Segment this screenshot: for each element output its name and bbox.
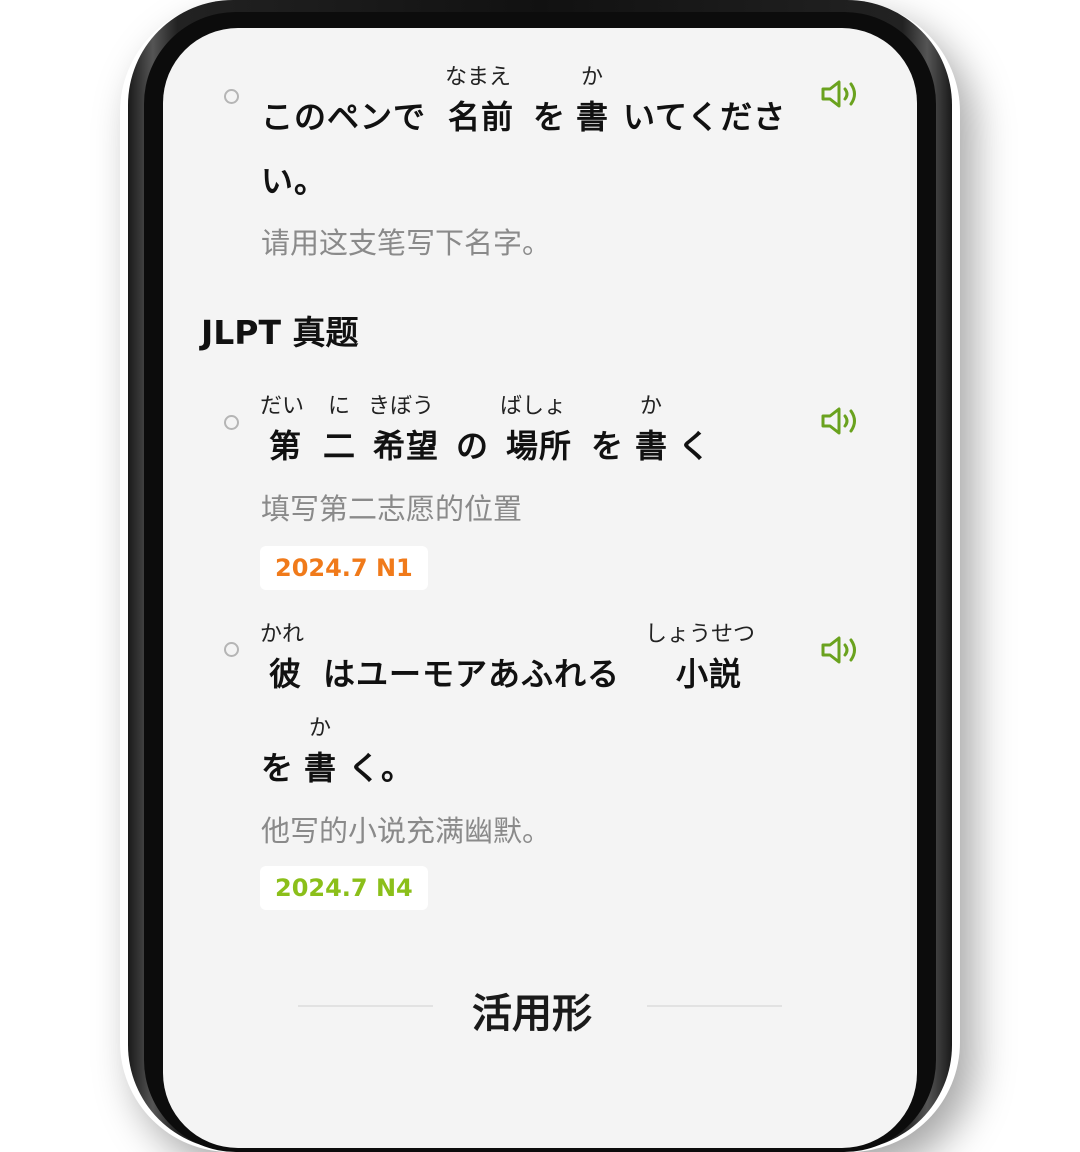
sentence-text: を xyxy=(533,98,567,136)
sentence-text: い。 xyxy=(261,162,328,200)
sentence-kanji: 書 xyxy=(635,427,669,465)
sentence-text: を xyxy=(261,749,295,787)
sentence-kanji: 第 xyxy=(269,427,303,465)
divider-right xyxy=(647,1005,782,1007)
divider-left xyxy=(298,1005,433,1007)
sentence-text: く。 xyxy=(348,749,415,787)
furigana: かれ xyxy=(260,622,305,647)
sentence-kanji: 彼 xyxy=(269,655,303,693)
sentence-kanji: 書 xyxy=(576,98,610,136)
furigana: しょうせつ xyxy=(645,622,756,647)
furigana: だい xyxy=(260,394,305,419)
speaker-icon[interactable] xyxy=(820,634,862,666)
furigana: か xyxy=(309,716,332,741)
translation-text: 他写的小说充满幽默。 xyxy=(261,814,552,848)
bullet-icon xyxy=(224,89,239,104)
section-title: JLPT 真题 xyxy=(201,313,359,352)
sentence-text: く xyxy=(678,427,712,465)
sentence-text: はユーモアあふれる xyxy=(323,655,621,693)
speaker-icon[interactable] xyxy=(820,405,862,437)
section-heading: 活用形 xyxy=(472,991,592,1037)
furigana: きぼう xyxy=(368,394,435,419)
sentence-kanji: 二 xyxy=(323,427,357,465)
sentence-kanji: 小説 xyxy=(676,655,743,693)
furigana: か xyxy=(640,394,663,419)
speaker-icon[interactable] xyxy=(820,78,862,110)
bullet-icon xyxy=(224,642,239,657)
furigana: ばしょ xyxy=(500,394,567,419)
sentence-kanji: 希望 xyxy=(373,427,440,465)
sentence-text: このペンで xyxy=(261,98,427,136)
sentence-kanji: 名前 xyxy=(448,98,515,136)
exam-tag: 2024.7 N4 xyxy=(260,866,428,910)
phone-screen: なまえ か このペンで 名前 を 書 いてくださ い。 请用这支笔写下名字。 J… xyxy=(163,28,917,1148)
bullet-icon xyxy=(224,415,239,430)
sentence-text: の xyxy=(456,427,490,465)
sentence-text: いてくださ xyxy=(623,98,787,136)
furigana: なまえ xyxy=(445,65,512,90)
sentence-kanji: 場所 xyxy=(506,427,573,465)
furigana: か xyxy=(581,65,604,90)
exam-tag: 2024.7 N1 xyxy=(260,546,428,590)
translation-text: 请用这支笔写下名字。 xyxy=(261,226,552,260)
furigana: に xyxy=(328,394,351,419)
sentence-kanji: 書 xyxy=(304,749,338,787)
translation-text: 填写第二志愿的位置 xyxy=(261,492,523,526)
sentence-text: を xyxy=(591,427,625,465)
